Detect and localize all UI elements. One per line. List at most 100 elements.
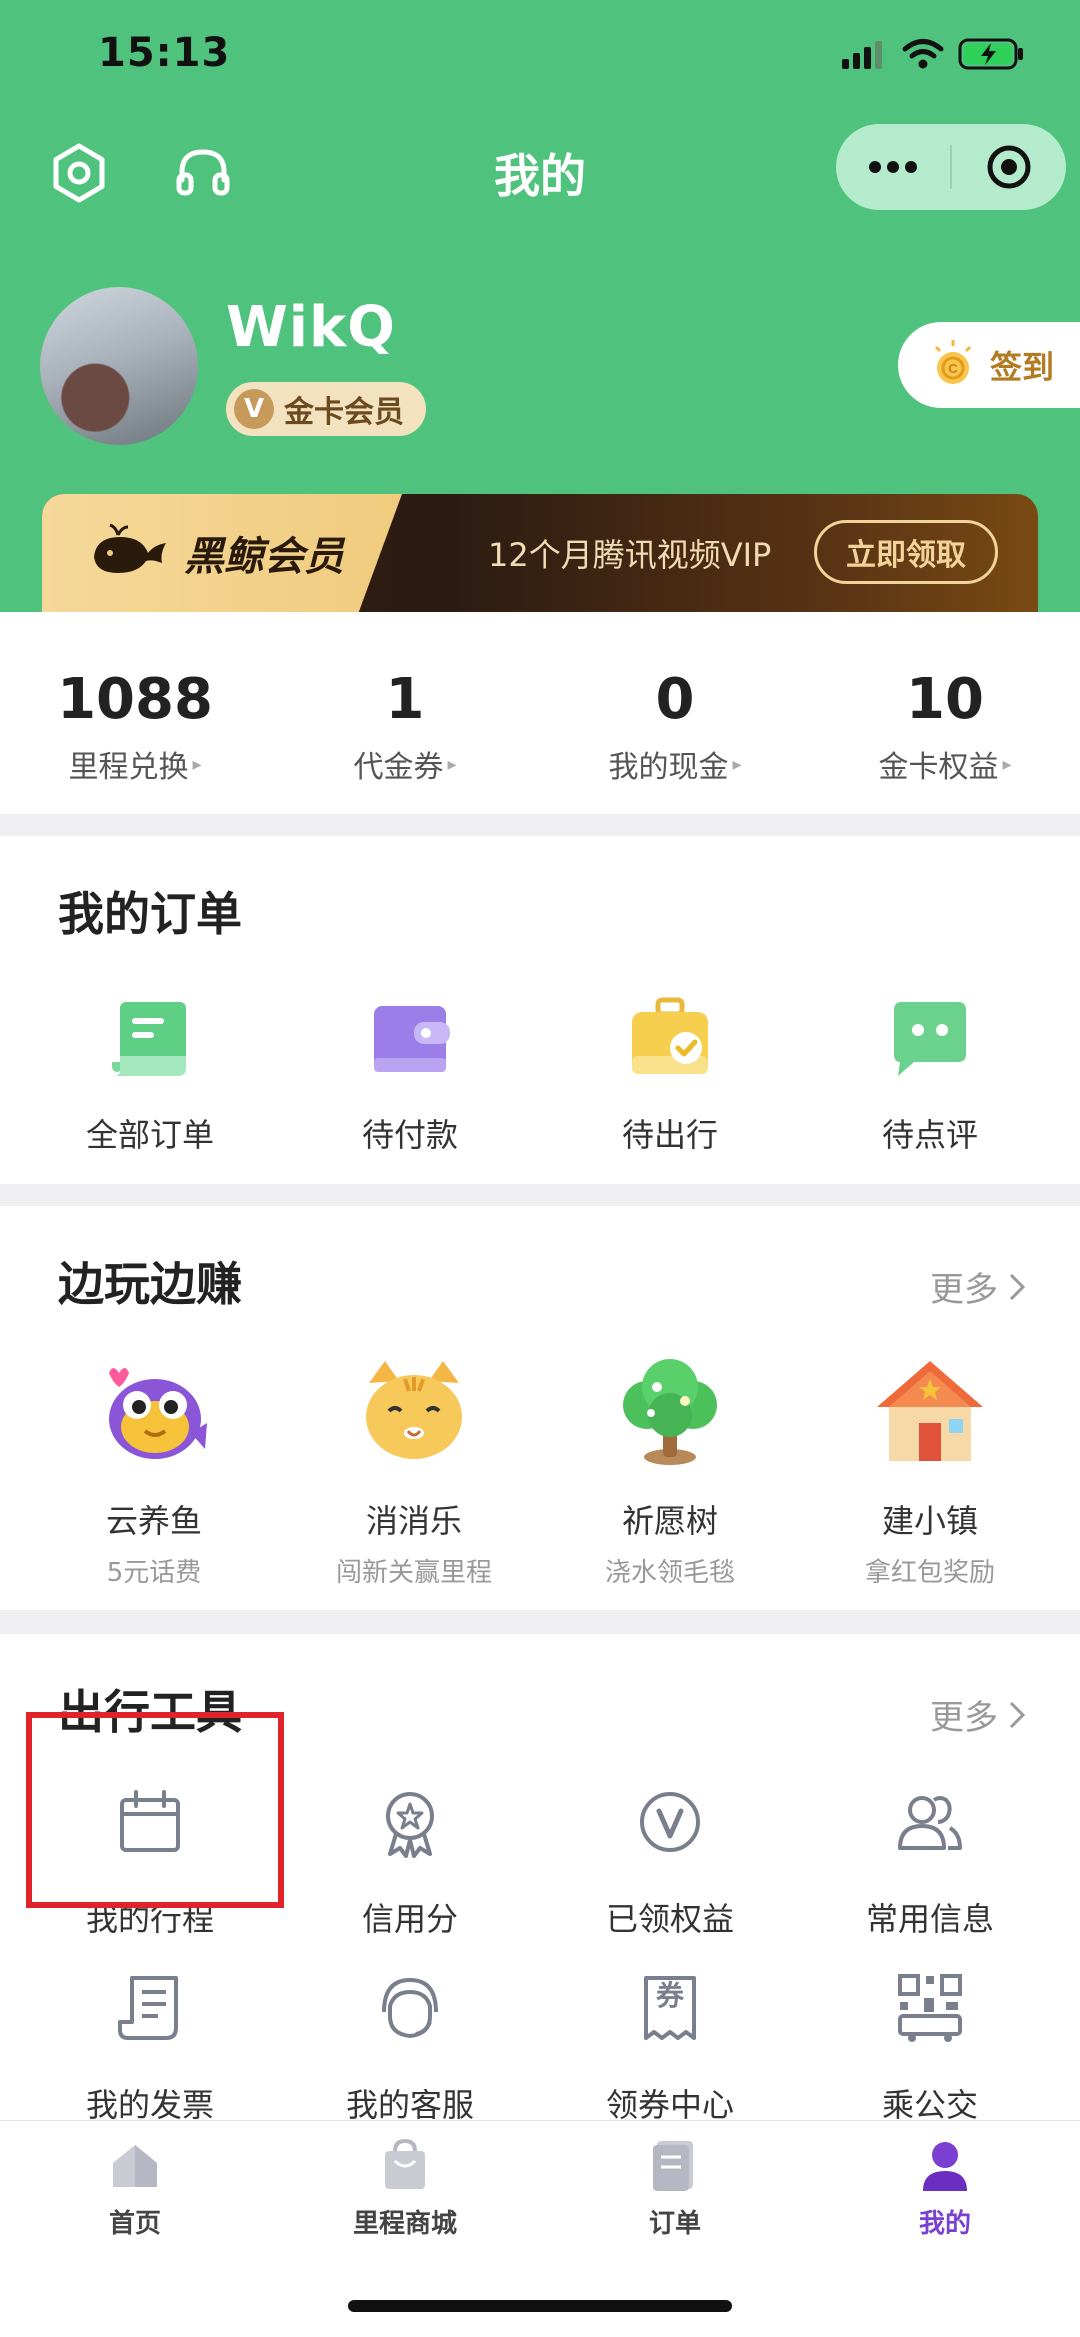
more-link[interactable]: 更多 (930, 1690, 1026, 1739)
my-orders-section: 我的订单 全部订单 待付款 待出行 待点评 (0, 836, 1080, 1184)
stat-value: 1088 (57, 667, 213, 732)
vip-v-icon: V (234, 389, 274, 429)
chat-bubble-icon (882, 990, 978, 1086)
chevron-right-icon (1009, 1701, 1026, 1728)
stat-gold-benefits[interactable]: 10 金卡权益 ▸ (810, 612, 1080, 814)
stat-label: 里程兑换 (68, 750, 189, 785)
highlight-box (26, 1712, 284, 1908)
tab-label: 订单 (648, 2209, 701, 2239)
order-all[interactable]: 全部订单 (20, 990, 280, 1156)
user-icon (923, 2142, 967, 2191)
coupon-icon-glyph: 券 (655, 1979, 684, 2012)
tab-label: 我的 (918, 2209, 971, 2239)
checkin-label: 签到 (990, 348, 1055, 386)
order-list-icon (653, 2141, 693, 2191)
signal-icon (842, 39, 888, 73)
battery-icon (958, 38, 1024, 74)
tool-claimed-benefits[interactable]: 已领权益 (540, 1774, 800, 1940)
vip-circle-icon (622, 1774, 718, 1870)
tool-coupon-center[interactable]: 券 领券中心 (540, 1960, 800, 2126)
stat-my-cash[interactable]: 0 我的现金 ▸ (540, 612, 810, 814)
coin-icon: C (928, 338, 978, 392)
game-build-town[interactable]: 建小镇 拿红包奖励 (800, 1352, 1060, 1589)
cat-mascot-icon (354, 1352, 474, 1472)
vip-brand-name: 黑鲸会员 (184, 534, 344, 580)
tool-my-invoices[interactable]: 我的发票 (20, 1960, 280, 2126)
profile-header: 15:13 我的 WikQ V 金卡会员 C 签到 黑鲸会员 12个月腾讯视频V… (0, 0, 1080, 612)
tab-me[interactable]: 我的 (810, 2137, 1080, 2240)
username: WikQ (226, 295, 396, 360)
game-cloud-fish[interactable]: 云养鱼 5元话费 (24, 1352, 284, 1589)
section-title: 我的订单 (58, 887, 242, 941)
tab-home[interactable]: 首页 (0, 2137, 270, 2240)
tool-credit-score[interactable]: 信用分 (280, 1774, 540, 1940)
wifi-icon (902, 38, 944, 74)
tool-take-bus[interactable]: 乘公交 (800, 1960, 1060, 2126)
game-subtitle: 拿红包奖励 (864, 1558, 995, 1588)
game-subtitle: 5元话费 (106, 1558, 202, 1588)
tab-label: 首页 (108, 2209, 161, 2239)
play-and-earn-section: 边玩边赚 更多 云养鱼 5元话费 消消乐 闯新关赢里程 祈愿树 浇水领毛毯 建小… (0, 1206, 1080, 1610)
chevron-right-icon (1009, 1273, 1026, 1300)
vip-promo-text: 12个月腾讯视频VIP (488, 536, 772, 574)
game-subtitle: 浇水领毛毯 (604, 1558, 735, 1588)
claim-now-button[interactable]: 立即领取 (814, 520, 998, 584)
more-label: 更多 (930, 1270, 998, 1310)
stat-value: 0 (655, 667, 695, 732)
tool-my-customer-service[interactable]: 我的客服 (280, 1960, 540, 2126)
more-options-button[interactable] (836, 124, 950, 210)
member-level-label: 金卡会员 (284, 395, 404, 430)
support-agent-icon (362, 1960, 458, 2056)
section-title: 边玩边赚 (58, 1257, 242, 1311)
stat-vouchers[interactable]: 1 代金券 ▸ (270, 612, 540, 814)
triangle-right-icon: ▸ (192, 753, 202, 775)
shopping-bag-icon (385, 2138, 425, 2189)
stat-label: 代金券 (353, 750, 444, 785)
game-label: 消消乐 (365, 1502, 462, 1540)
order-pending-travel[interactable]: 待出行 (540, 990, 800, 1156)
triangle-right-icon: ▸ (732, 753, 742, 775)
vip-promo-banner[interactable]: 黑鲸会员 12个月腾讯视频VIP 立即领取 (42, 494, 1038, 612)
stat-label: 我的现金 (608, 750, 729, 785)
wallet-icon (362, 990, 458, 1086)
game-wishing-tree[interactable]: 祈愿树 浇水领毛毯 (540, 1352, 800, 1589)
svg-text:C: C (948, 361, 958, 376)
status-bar: 15:13 (0, 0, 1080, 120)
coupon-icon: 券 (622, 1960, 718, 2056)
close-miniprogram-button[interactable] (952, 124, 1066, 210)
tool-label: 信用分 (361, 1900, 458, 1938)
stat-label-row: 里程兑换 ▸ (68, 742, 201, 786)
stat-label-row: 我的现金 ▸ (608, 742, 741, 786)
checkin-button[interactable]: C 签到 (898, 322, 1080, 408)
tab-mileage-mall[interactable]: 里程商城 (270, 2137, 540, 2240)
status-icons (842, 38, 1024, 74)
game-label: 云养鱼 (105, 1502, 202, 1540)
stat-label-row: 金卡权益 ▸ (878, 742, 1011, 786)
more-link[interactable]: 更多 (930, 1262, 1026, 1311)
order-label: 全部订单 (85, 1116, 214, 1154)
avatar[interactable] (40, 287, 198, 445)
order-label: 待付款 (361, 1116, 458, 1154)
member-level-badge[interactable]: V 金卡会员 (226, 382, 426, 436)
home-indicator (348, 2300, 732, 2312)
order-label: 待点评 (881, 1116, 978, 1154)
users-icon (882, 1774, 978, 1870)
home-icon (113, 2145, 157, 2187)
vip-brand-block: 黑鲸会员 (42, 494, 402, 612)
suitcase-icon (622, 990, 718, 1086)
order-pending-payment[interactable]: 待付款 (280, 990, 540, 1156)
stat-label: 金卡权益 (878, 750, 999, 785)
order-pending-review[interactable]: 待点评 (800, 990, 1060, 1156)
tool-frequent-info[interactable]: 常用信息 (800, 1774, 1060, 1940)
stat-mileage-exchange[interactable]: 1088 里程兑换 ▸ (0, 612, 270, 814)
game-match-three[interactable]: 消消乐 闯新关赢里程 (284, 1352, 544, 1589)
game-label: 祈愿树 (621, 1502, 718, 1540)
triangle-right-icon: ▸ (1002, 753, 1012, 775)
tool-label: 常用信息 (865, 1900, 994, 1938)
stat-label-row: 代金券 ▸ (353, 742, 456, 786)
tab-orders[interactable]: 订单 (540, 2137, 810, 2240)
tree-icon (610, 1352, 730, 1472)
bus-qr-icon (882, 1960, 978, 2056)
whale-icon (88, 523, 172, 583)
fish-mascot-icon (94, 1352, 214, 1472)
